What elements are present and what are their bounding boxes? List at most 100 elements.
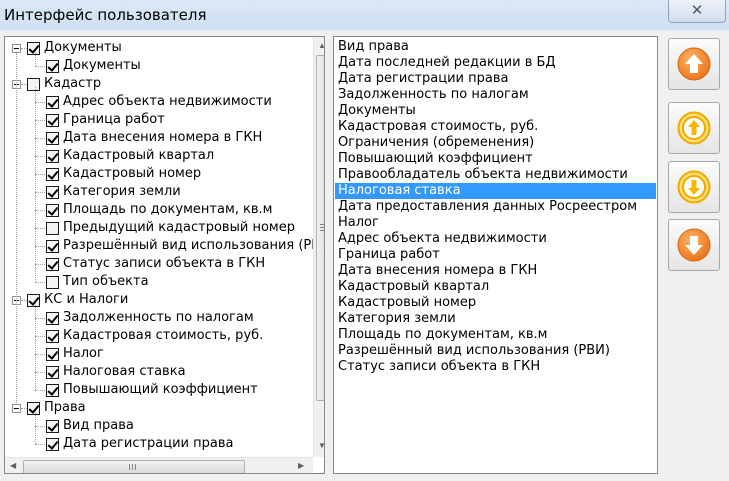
tree-item-row[interactable]: Задолженность по налогам [5,309,311,327]
tree-item-row[interactable]: Статус записи объекта в ГКН [5,255,311,273]
grip-line [320,224,324,225]
item-checkbox[interactable] [46,366,59,379]
collapse-icon[interactable] [12,404,21,413]
tree-group-row[interactable]: Документы [5,39,305,57]
tree-item-row[interactable]: Дата регистрации права [5,435,311,453]
list-item[interactable]: Кадастровый квартал [335,279,656,295]
item-checkbox[interactable] [46,240,59,253]
list-item[interactable]: Задолженность по налогам [335,87,656,103]
item-label: Налоговая ставка [63,364,186,379]
item-checkbox[interactable] [46,96,59,109]
list-item[interactable]: Граница работ [335,247,656,263]
tree-vertical-scrollbar[interactable]: ▲ ▼ [313,37,324,457]
grip-line [320,230,324,231]
item-checkbox[interactable] [46,204,59,217]
list-item[interactable]: Разрешённый вид использования (РВИ) [335,343,656,359]
list-item[interactable]: Дата последней редакции в БД [335,55,656,71]
tree-connector [35,282,45,283]
list-item[interactable]: Вид права [335,39,656,55]
item-checkbox[interactable] [46,222,59,235]
tree-item-row[interactable]: Документы [5,57,311,75]
scroll-up-arrow-icon[interactable]: ▲ [318,42,324,50]
move-bottom-button[interactable] [668,219,720,271]
tree-group-row[interactable]: КС и Налоги [5,291,305,309]
collapse-icon[interactable] [12,44,21,53]
group-checkbox[interactable] [27,78,40,91]
tree-group-row[interactable]: Кадастр [5,75,305,93]
list-item[interactable]: Адрес объекта недвижимости [335,231,656,247]
tree-connector [35,120,45,121]
item-label: Кадастровый квартал [63,148,215,163]
item-checkbox[interactable] [46,348,59,361]
list-item[interactable]: Площадь по документам, кв.м [335,327,656,343]
tree-item-row[interactable]: Кадастровый квартал [5,147,311,165]
move-up-button[interactable] [668,102,720,154]
list-item[interactable]: Статус записи объекта в ГКН [335,359,656,375]
list-item[interactable]: Налоговая ставка [335,183,656,199]
tree-group-row[interactable]: Права [5,399,305,417]
tree-connector [35,138,45,139]
tree-item-row[interactable]: Адрес объекта недвижимости [5,93,311,111]
tree-item-row[interactable]: Граница работ [5,111,311,129]
item-checkbox[interactable] [46,150,59,163]
item-checkbox[interactable] [46,114,59,127]
tree-connector [35,390,45,391]
close-button[interactable]: ✕ [668,0,726,23]
tree-item-row[interactable]: Налоговая ставка [5,363,311,381]
list-item[interactable]: Кадастровая стоимость, руб. [335,119,656,135]
item-label: Задолженность по налогам [63,310,254,325]
list-item[interactable]: Ограничения (обременения) [335,135,656,151]
list-item[interactable]: Документы [335,103,656,119]
item-checkbox[interactable] [46,132,59,145]
list-item[interactable]: Кадастровый номер [335,295,656,311]
item-checkbox[interactable] [46,168,59,181]
tree-item-row[interactable]: Категория земли [5,183,311,201]
list-item[interactable]: Налог [335,215,656,231]
move-top-button[interactable] [668,38,720,90]
tree-item-row[interactable]: Площадь по документам, кв.м [5,201,311,219]
group-label: Документы [44,40,122,55]
tree-item-row[interactable]: Вид права [5,417,311,435]
item-checkbox[interactable] [46,330,59,343]
tree-item-row[interactable]: Дата внесения номера в ГКН [5,129,311,147]
move-down-button[interactable] [668,161,720,213]
group-checkbox[interactable] [27,294,40,307]
tree-item-row[interactable]: Кадастровый номер [5,165,311,183]
tree-horizontal-scrollbar[interactable]: ◀ ▶ [5,457,313,473]
window-title: Интерфейс пользователя [4,6,207,24]
list-item[interactable]: Дата внесения номера в ГКН [335,263,656,279]
scroll-right-arrow-icon[interactable]: ▶ [298,462,304,470]
tree-connector [35,102,45,103]
item-checkbox[interactable] [46,258,59,271]
scroll-left-arrow-icon[interactable]: ◀ [10,462,16,470]
tree-item-row[interactable]: Повышающий коэффициент [5,381,311,399]
tree-item-row[interactable]: Тип объекта [5,273,311,291]
tree-connector [35,318,45,319]
list-item[interactable]: Категория земли [335,311,656,327]
list-item[interactable]: Повышающий коэффициент [335,151,656,167]
scroll-down-arrow-icon[interactable]: ▼ [318,442,324,450]
item-label: Разрешённый вид использования (РВ [63,238,321,253]
list-item[interactable]: Правообладатель объекта недвижимости [335,167,656,183]
tree-item-row[interactable]: Предыдущий кадастровый номер [5,219,311,237]
group-checkbox[interactable] [27,402,40,415]
tree-horizontal-thumb[interactable] [23,460,245,473]
field-tree[interactable]: Документы Документы Кадастр Адрес объекта н… [4,36,325,474]
item-checkbox[interactable] [46,420,59,433]
group-checkbox[interactable] [27,42,40,55]
item-label: Статус записи объекта в ГКН [63,256,266,271]
item-checkbox[interactable] [46,276,59,289]
item-checkbox[interactable] [46,384,59,397]
selected-fields-list[interactable]: Вид права Дата последней редакции в БД Дат… [333,36,658,474]
item-checkbox[interactable] [46,60,59,73]
item-checkbox[interactable] [46,438,59,451]
list-item[interactable]: Дата предоставления данных Росреестром [335,199,656,215]
tree-vertical-thumb[interactable] [316,55,324,401]
tree-item-row[interactable]: Налог [5,345,311,363]
item-checkbox[interactable] [46,186,59,199]
list-item[interactable]: Дата регистрации права [335,71,656,87]
tree-item-row[interactable]: Кадастровая стоимость, руб. [5,327,311,345]
tree-connector [35,411,36,444]
tree-item-row[interactable]: Разрешённый вид использования (РВ [5,237,320,255]
item-checkbox[interactable] [46,312,59,325]
